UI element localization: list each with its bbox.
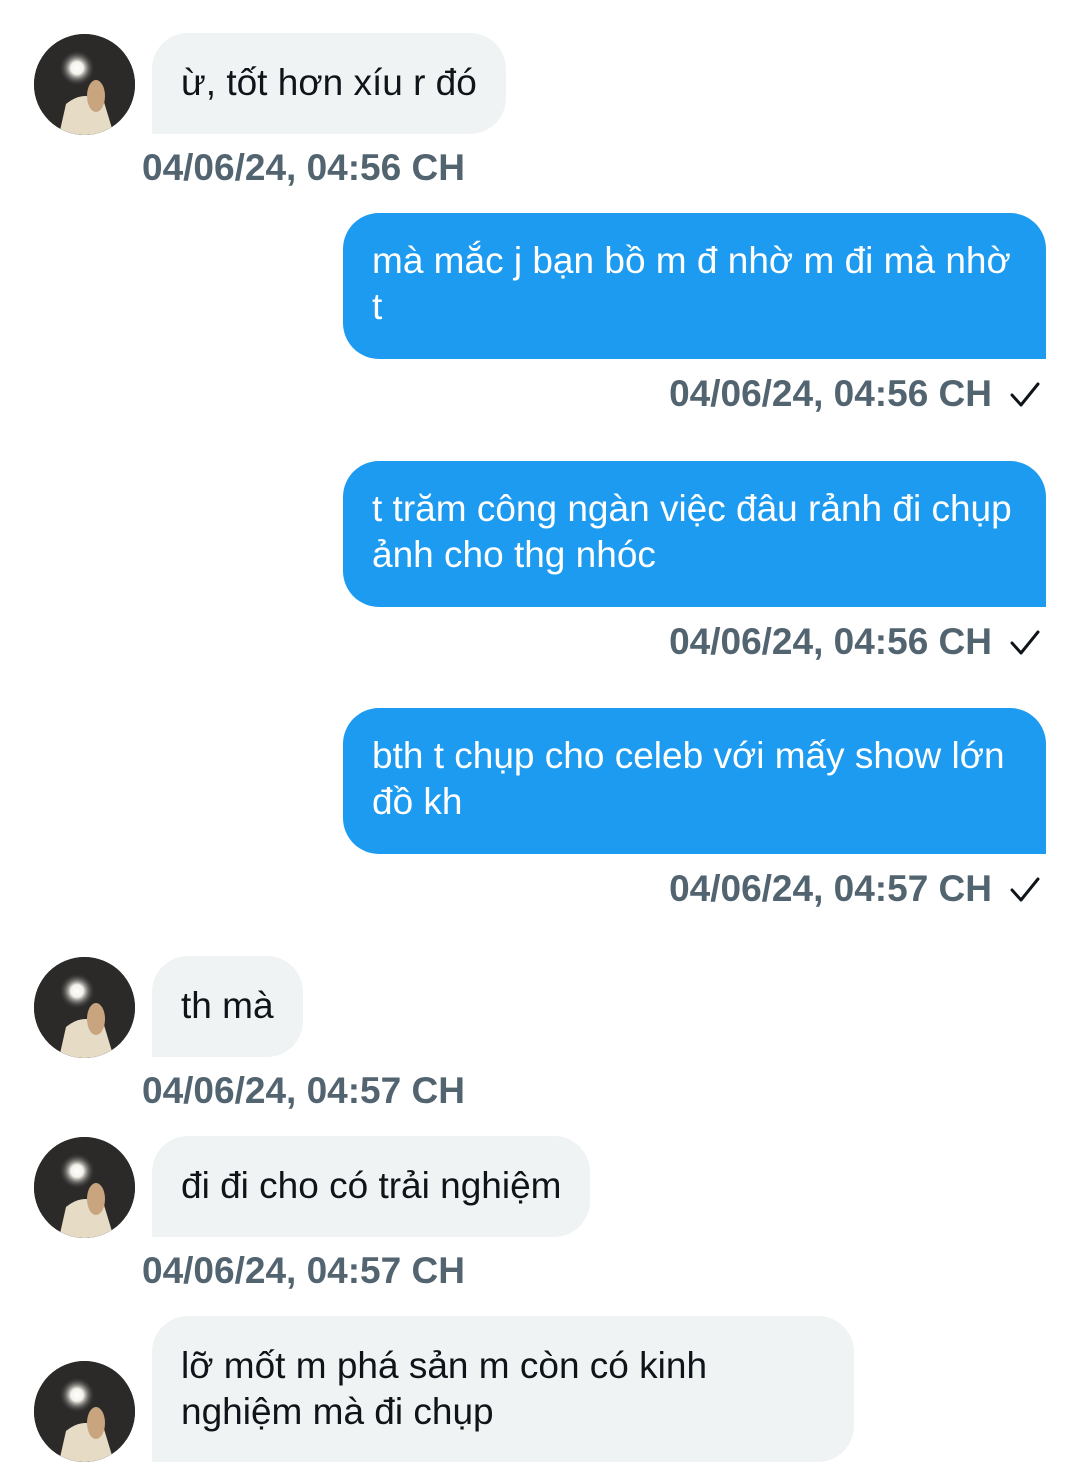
message-text: t trăm công ngàn việc đâu rảnh đi chụp ả… [372, 488, 1012, 575]
avatar-photo-icon [34, 34, 135, 135]
outgoing-message-bubble[interactable]: mà mắc j bạn bồ m đ nhờ m đi mà nhờ t [343, 213, 1046, 359]
message-timestamp: 04/06/24, 04:57 CH [669, 868, 992, 909]
contact-avatar[interactable] [34, 1361, 135, 1462]
message-timestamp: 04/06/24, 04:57 CH [142, 1250, 465, 1291]
message-text: lỡ mốt m phá sản m còn có kinh nghiệm mà… [181, 1345, 708, 1432]
incoming-message-bubble[interactable]: ừ, tốt hơn xíu r đó [152, 33, 506, 134]
checkmark-icon [1010, 630, 1040, 655]
incoming-message-bubble[interactable]: th mà [152, 956, 303, 1057]
message-timestamp: 04/06/24, 04:56 CH [142, 147, 465, 188]
message-text: th mà [181, 985, 274, 1026]
message-timestamp: 04/06/24, 04:57 CH [142, 1070, 465, 1111]
outgoing-message-bubble[interactable]: t trăm công ngàn việc đâu rảnh đi chụp ả… [343, 461, 1046, 607]
message-text: đi đi cho có trải nghiệm [181, 1165, 562, 1206]
message-text: ừ, tốt hơn xíu r đó [181, 62, 477, 103]
incoming-message-bubble[interactable]: đi đi cho có trải nghiệm [152, 1136, 591, 1237]
avatar-photo-icon [34, 1361, 135, 1462]
conversation-thread[interactable]: ừ, tốt hơn xíu r đó 04/06/24, 04:56 CH m… [0, 0, 1080, 1473]
message-timestamp: 04/06/24, 04:56 CH [669, 373, 992, 414]
message-text: bth t chụp cho celeb với mấy show lớn đồ… [372, 735, 1005, 822]
avatar-photo-icon [34, 1137, 135, 1238]
message-text: mà mắc j bạn bồ m đ nhờ m đi mà nhờ t [372, 240, 1011, 327]
incoming-message-bubble[interactable]: lỡ mốt m phá sản m còn có kinh nghiệm mà… [152, 1316, 854, 1462]
contact-avatar[interactable] [34, 957, 135, 1058]
contact-avatar[interactable] [34, 1137, 135, 1238]
contact-avatar[interactable] [34, 34, 135, 135]
message-timestamp: 04/06/24, 04:56 CH [669, 621, 992, 662]
avatar-photo-icon [34, 957, 135, 1058]
outgoing-message-bubble[interactable]: bth t chụp cho celeb với mấy show lớn đồ… [343, 708, 1046, 854]
checkmark-icon [1010, 382, 1040, 407]
checkmark-icon [1010, 877, 1040, 902]
